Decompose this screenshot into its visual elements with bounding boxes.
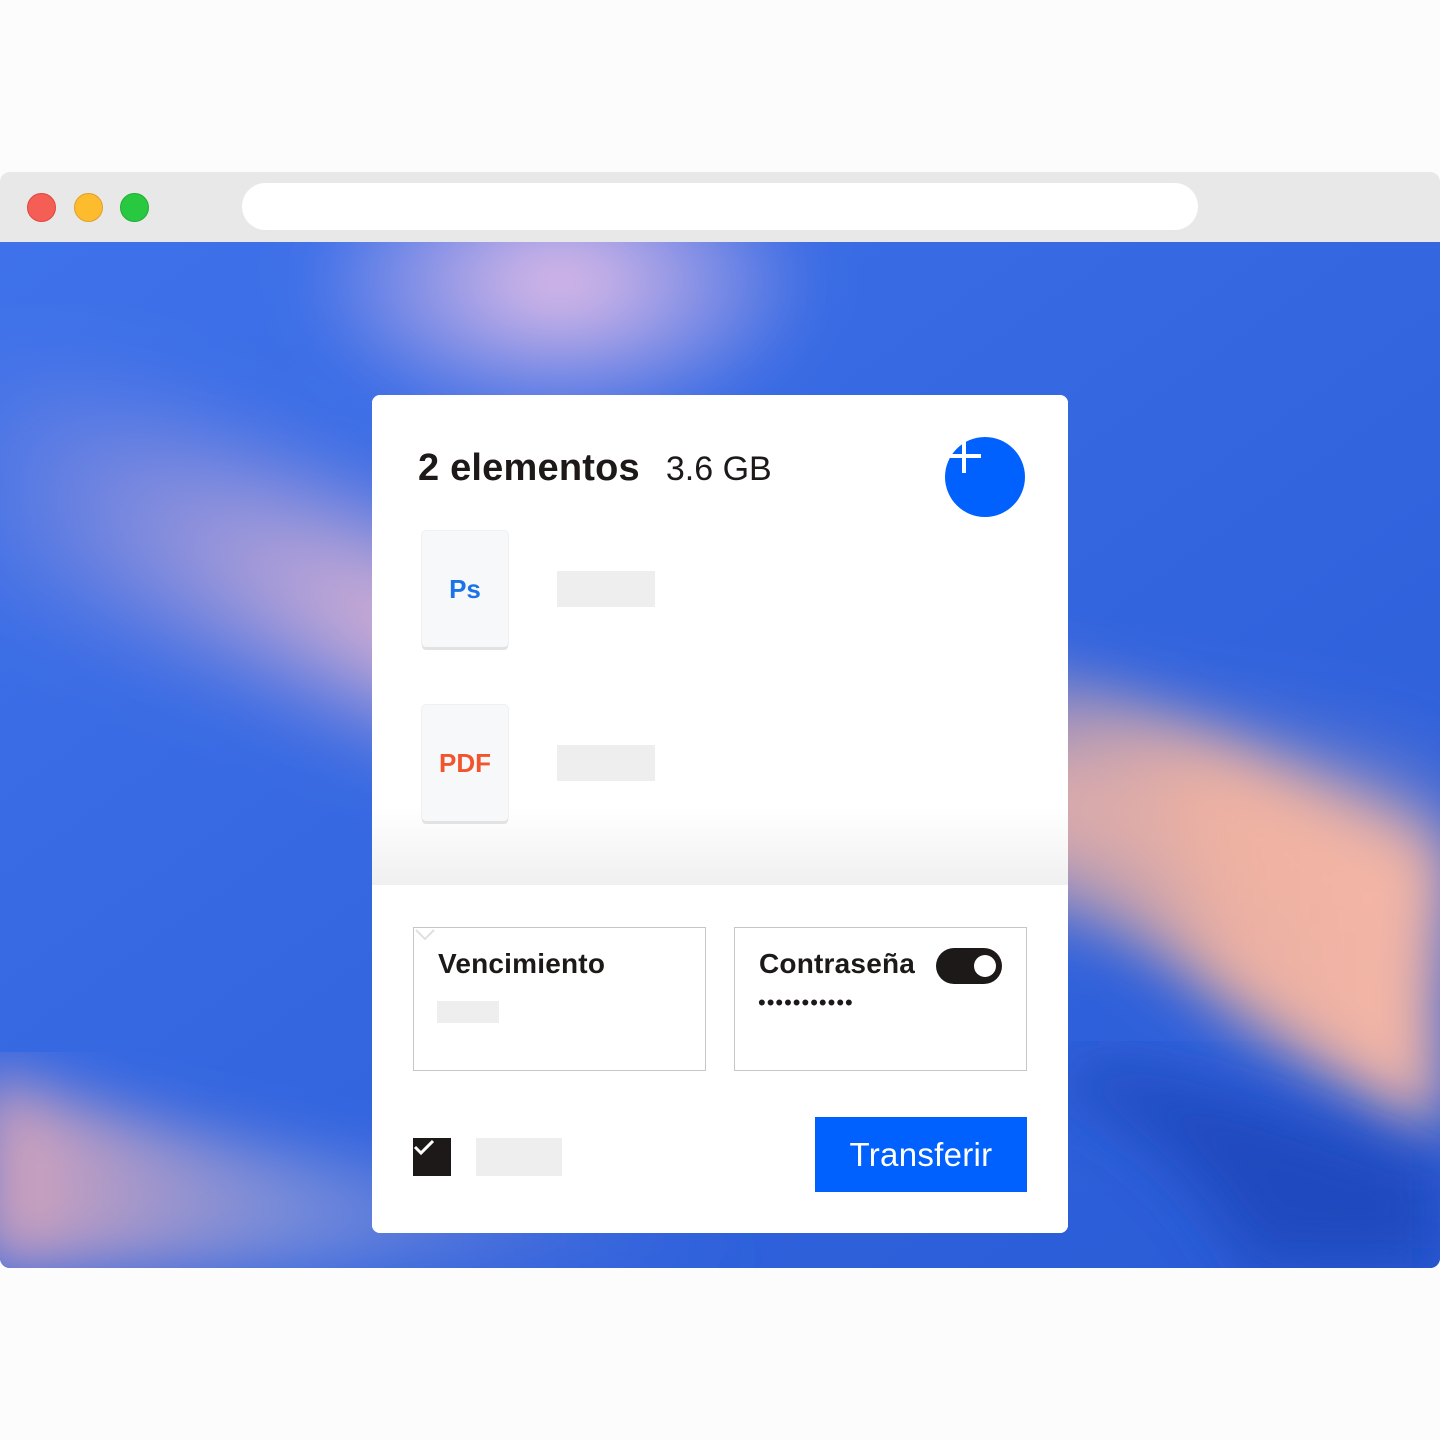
photoshop-file-icon: Ps [422, 531, 508, 647]
browser-window: 2 elementos 3.6 GB Ps PDF Vencimiento Co… [0, 172, 1440, 1268]
expiration-field[interactable]: Vencimiento [413, 927, 706, 1071]
page-viewport: 2 elementos 3.6 GB Ps PDF Vencimiento Co… [0, 242, 1440, 1268]
title-bar [0, 172, 1440, 242]
file-row[interactable]: PDF [422, 705, 1022, 823]
file-name-placeholder [557, 745, 655, 781]
file-name-placeholder [557, 571, 655, 607]
close-window-button[interactable] [27, 193, 56, 222]
item-count: 2 elementos [418, 447, 640, 489]
password-toggle[interactable] [936, 948, 1002, 984]
transfer-options-panel: Vencimiento Contraseña ••••••••••• Trans… [372, 885, 1068, 1233]
file-list-section: 2 elementos 3.6 GB Ps PDF [372, 395, 1068, 885]
password-value[interactable]: ••••••••••• [758, 990, 854, 1016]
toggle-knob [974, 955, 996, 977]
address-bar[interactable] [242, 183, 1198, 230]
expiration-label: Vencimiento [438, 948, 606, 979]
transfer-summary: 2 elementos 3.6 GB [418, 447, 772, 490]
plus-icon [947, 439, 981, 473]
transfer-button[interactable]: Transferir [815, 1117, 1027, 1192]
minimize-window-button[interactable] [74, 193, 103, 222]
password-field[interactable]: Contraseña ••••••••••• [734, 927, 1027, 1071]
maximize-window-button[interactable] [120, 193, 149, 222]
add-files-button[interactable] [945, 437, 1025, 517]
options-checkbox[interactable] [413, 1138, 451, 1176]
password-label: Contraseña [759, 948, 916, 979]
transfer-card: 2 elementos 3.6 GB Ps PDF Vencimiento Co… [372, 395, 1068, 1233]
chevron-down-icon[interactable] [414, 928, 436, 942]
pdf-file-icon: PDF [422, 705, 508, 821]
checkmark-icon [413, 1139, 435, 1156]
expiration-value[interactable] [437, 1001, 499, 1023]
total-size: 3.6 GB [665, 450, 772, 488]
checkbox-label-placeholder [476, 1138, 562, 1176]
file-row[interactable]: Ps [422, 531, 1022, 649]
